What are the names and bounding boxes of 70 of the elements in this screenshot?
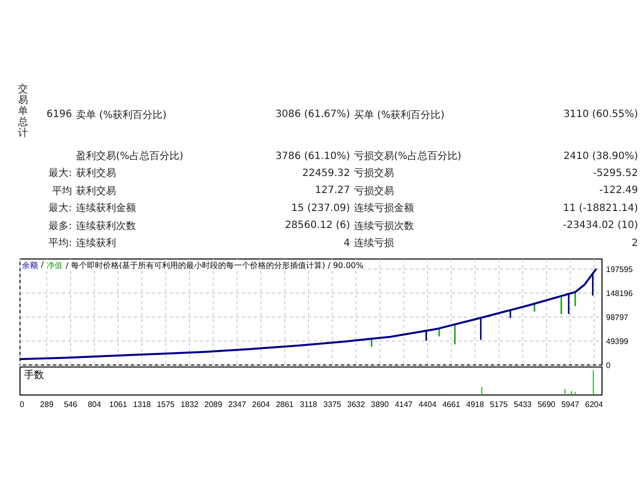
y-tick-label: 98797 xyxy=(606,312,628,322)
x-tick-label: 2861 xyxy=(276,400,294,409)
x-tick-label: 5947 xyxy=(561,400,580,409)
stat-value: 2 xyxy=(630,238,638,249)
x-tick-label: 289 xyxy=(40,400,54,409)
stat-name: 连续亏损金额 xyxy=(354,202,415,216)
stat-value: 11 (-18821.14) xyxy=(562,202,638,214)
stat-name: 卖单 (%获利百分比) xyxy=(76,108,168,122)
x-tick-label: 4404 xyxy=(418,400,436,409)
stat-value: -122.49 xyxy=(598,185,638,196)
x-tick-label: 3118 xyxy=(300,400,318,409)
row-label: 最大: xyxy=(48,202,72,216)
x-tick-label: 6204 xyxy=(585,400,603,409)
x-tick-label: 1318 xyxy=(133,400,151,409)
x-tick-label: 3632 xyxy=(347,400,365,409)
stat-name: 亏损交易 xyxy=(354,166,395,180)
legend-text: / xyxy=(41,260,44,271)
stat-value: -5295.52 xyxy=(592,168,638,179)
x-tick-label: 5690 xyxy=(538,400,556,409)
x-tick-label: 3890 xyxy=(371,400,389,409)
x-tick-label: 546 xyxy=(64,400,78,409)
stat-value: 28560.12 (6) xyxy=(284,220,350,232)
stat-name: 连续亏损 xyxy=(354,236,395,250)
y-tick-label: 0 xyxy=(606,360,610,370)
row-label: 最大: xyxy=(48,166,72,180)
volume-label: 手数 xyxy=(24,370,44,381)
stat-value: 15 (237.09) xyxy=(290,202,350,214)
x-tick-label: 804 xyxy=(88,400,102,409)
stat-value: 22459.32 xyxy=(301,168,350,179)
stat-value: 3086 (61.67%) xyxy=(274,109,350,120)
x-tick-label: 2347 xyxy=(228,400,246,409)
stat-name: 连续获利次数 xyxy=(76,220,137,233)
x-tick-label: 4661 xyxy=(442,400,460,409)
row-label: 平均 xyxy=(51,184,72,198)
stat-name: 买单 (%获利百分比) xyxy=(354,108,446,122)
x-tick-label: 5433 xyxy=(514,400,532,409)
stat-name: 亏损交易(%占总百分比) xyxy=(354,150,462,164)
stat-name: 连续亏损次数 xyxy=(354,220,415,233)
stat-value: 3786 (61.10%) xyxy=(274,150,350,162)
stat-value: 2410 (38.90%) xyxy=(562,150,638,162)
x-tick-label: 2604 xyxy=(252,400,270,409)
x-tick-label: 0 xyxy=(20,400,24,409)
stat-value: 4 xyxy=(342,238,350,249)
stat-value: 127.27 xyxy=(314,185,350,196)
x-tick-label: 1061 xyxy=(109,400,128,409)
row-label: 6196 xyxy=(46,109,72,120)
x-tick-label: 1575 xyxy=(156,400,175,409)
stat-value: 3110 (60.55%) xyxy=(562,109,638,120)
stat-name: 获利交易 xyxy=(76,166,117,180)
x-tick-label: 1832 xyxy=(180,400,198,409)
y-tick-label: 197595 xyxy=(606,264,633,274)
row-label: 平均: xyxy=(48,237,72,250)
legend-text: 余额 xyxy=(22,260,38,271)
stat-name: 获利交易 xyxy=(76,184,117,198)
y-tick-label: 49399 xyxy=(606,336,628,346)
x-tick-label: 5175 xyxy=(490,400,508,409)
stat-value: -23434.02 (10) xyxy=(562,220,638,232)
stat-name: 盈利交易(%占总百分比) xyxy=(76,150,184,164)
legend-text: 净值 xyxy=(46,260,63,271)
side-label: 交易单总计 xyxy=(18,84,28,141)
x-tick-label: 4147 xyxy=(394,400,413,409)
row-label: 最多: xyxy=(48,220,72,233)
stat-name: 连续获利 xyxy=(76,236,117,250)
x-tick-label: 4918 xyxy=(466,400,484,409)
x-tick-label: 3375 xyxy=(323,400,342,409)
stat-name: 亏损交易 xyxy=(354,184,395,198)
legend-text: / 每个即时价格(基于所有可利用的最小时段的每一个价格的分形插值计算) / 90.00% xyxy=(66,260,364,271)
stat-name: 连续获利金额 xyxy=(76,202,137,216)
x-tick-label: 2089 xyxy=(204,400,222,409)
y-tick-label: 148196 xyxy=(606,288,633,298)
